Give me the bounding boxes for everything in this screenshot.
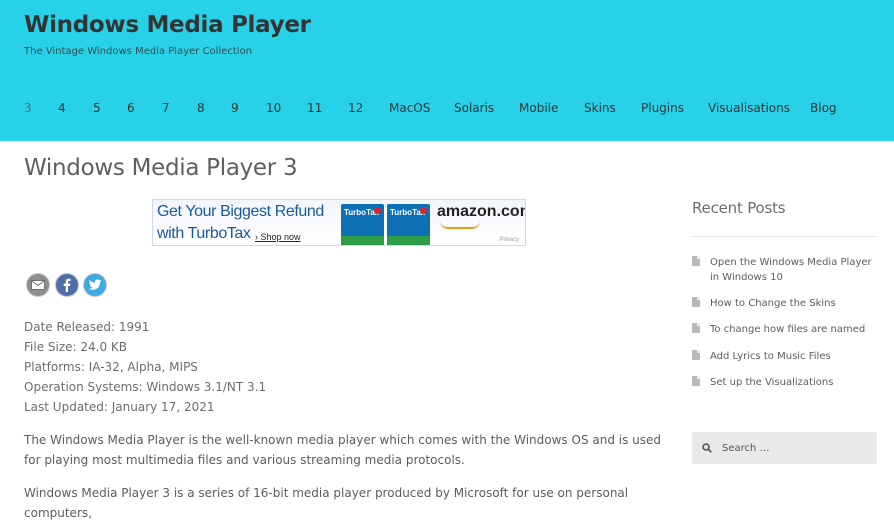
recent-post-title[interactable]: Add Lyrics to Music Files [710, 349, 882, 364]
page-title: Windows Media Player 3 [24, 155, 298, 181]
sidebar-search [692, 432, 877, 464]
ad-subline: with TurboTax [157, 225, 251, 242]
document-icon [692, 297, 700, 307]
operating-systems: Operation Systems: Windows 3.1/NT 3.1 [24, 380, 267, 394]
email-share-button[interactable] [26, 273, 50, 297]
facebook-icon [63, 278, 71, 292]
ad-headline: Get Your Biggest Refund [157, 203, 324, 220]
turbotax-ad-banner[interactable]: Get Your Biggest Refund with TurboTax › … [152, 199, 526, 246]
recent-post-title[interactable]: Set up the Visualizations [710, 375, 882, 390]
recent-posts-heading: Recent Posts [692, 199, 786, 217]
nav-item-8[interactable]: 8 [197, 101, 205, 115]
document-icon [692, 350, 700, 360]
recent-post-link[interactable]: Set up the Visualizations [692, 375, 882, 390]
release-metadata: Date Released: 1991 File Size: 24.0 KB P… [24, 317, 266, 417]
file-size: File Size: 24.0 KB [24, 340, 128, 354]
document-icon [692, 376, 700, 386]
recent-post-title[interactable]: Open the Windows Media Player in Windows… [710, 255, 882, 285]
body-paragraph: Windows Media Player 3 is a series of 16… [24, 486, 629, 520]
nav-item-macos[interactable]: MacOS [389, 101, 430, 115]
nav-item-5[interactable]: 5 [93, 101, 101, 115]
nav-item-6[interactable]: 6 [127, 101, 135, 115]
nav-item-11[interactable]: 11 [307, 101, 322, 115]
facebook-share-button[interactable] [55, 273, 79, 297]
nav-item-10[interactable]: 10 [266, 101, 281, 115]
nav-item-blog[interactable]: Blog [810, 101, 837, 115]
recent-post-title[interactable]: To change how files are named [710, 322, 882, 337]
intro-paragraph: The Windows Media Player is the well-kno… [24, 433, 662, 467]
site-title[interactable]: Windows Media Player [24, 12, 311, 38]
twitter-icon [88, 279, 102, 290]
search-input[interactable] [712, 432, 872, 464]
recent-post-link[interactable]: Open the Windows Media Player in Windows… [692, 255, 882, 285]
nav-item-9[interactable]: 9 [231, 101, 239, 115]
nav-item-7[interactable]: 7 [162, 101, 170, 115]
site-description: The Vintage Windows Media Player Collect… [24, 46, 253, 57]
nav-item-mobile[interactable]: Mobile [519, 101, 558, 115]
amazon-logo: amazon.com [437, 203, 526, 220]
date-released: Date Released: 1991 [24, 320, 150, 334]
checkmark-icon [420, 207, 427, 214]
ad-shop-now-link[interactable]: › Shop now [255, 232, 301, 242]
search-icon [702, 443, 712, 453]
platforms: Platforms: IA-32, Alpha, MIPS [24, 360, 198, 374]
nav-item-visualisations[interactable]: Visualisations [708, 101, 790, 115]
last-updated: Last Updated: January 17, 2021 [24, 400, 215, 414]
document-icon [692, 323, 700, 333]
nav-item-12[interactable]: 12 [348, 101, 363, 115]
nav-item-skins[interactable]: Skins [584, 101, 616, 115]
turbotax-box-image: TurboTax [341, 204, 384, 245]
email-icon [31, 280, 45, 290]
twitter-share-button[interactable] [83, 273, 107, 297]
amazon-smile-icon [440, 221, 480, 229]
recent-post-link[interactable]: Add Lyrics to Music Files [692, 349, 882, 364]
site-header: Windows Media Player The Vintage Windows… [0, 0, 894, 141]
nav-item-3[interactable]: 3 [24, 101, 32, 115]
checkmark-icon [374, 207, 381, 214]
nav-item-plugins[interactable]: Plugins [641, 101, 684, 115]
document-icon [692, 256, 700, 266]
recent-post-link[interactable]: How to Change the Skins [692, 296, 882, 311]
turbotax-box-image: TurboTax [387, 204, 430, 245]
nav-item-solaris[interactable]: Solaris [454, 101, 494, 115]
sidebar-divider [692, 236, 877, 237]
recent-post-link[interactable]: To change how files are named [692, 322, 882, 337]
ad-privacy-link[interactable]: Privacy [499, 237, 519, 243]
recent-post-title[interactable]: How to Change the Skins [710, 296, 882, 311]
nav-item-4[interactable]: 4 [58, 101, 66, 115]
